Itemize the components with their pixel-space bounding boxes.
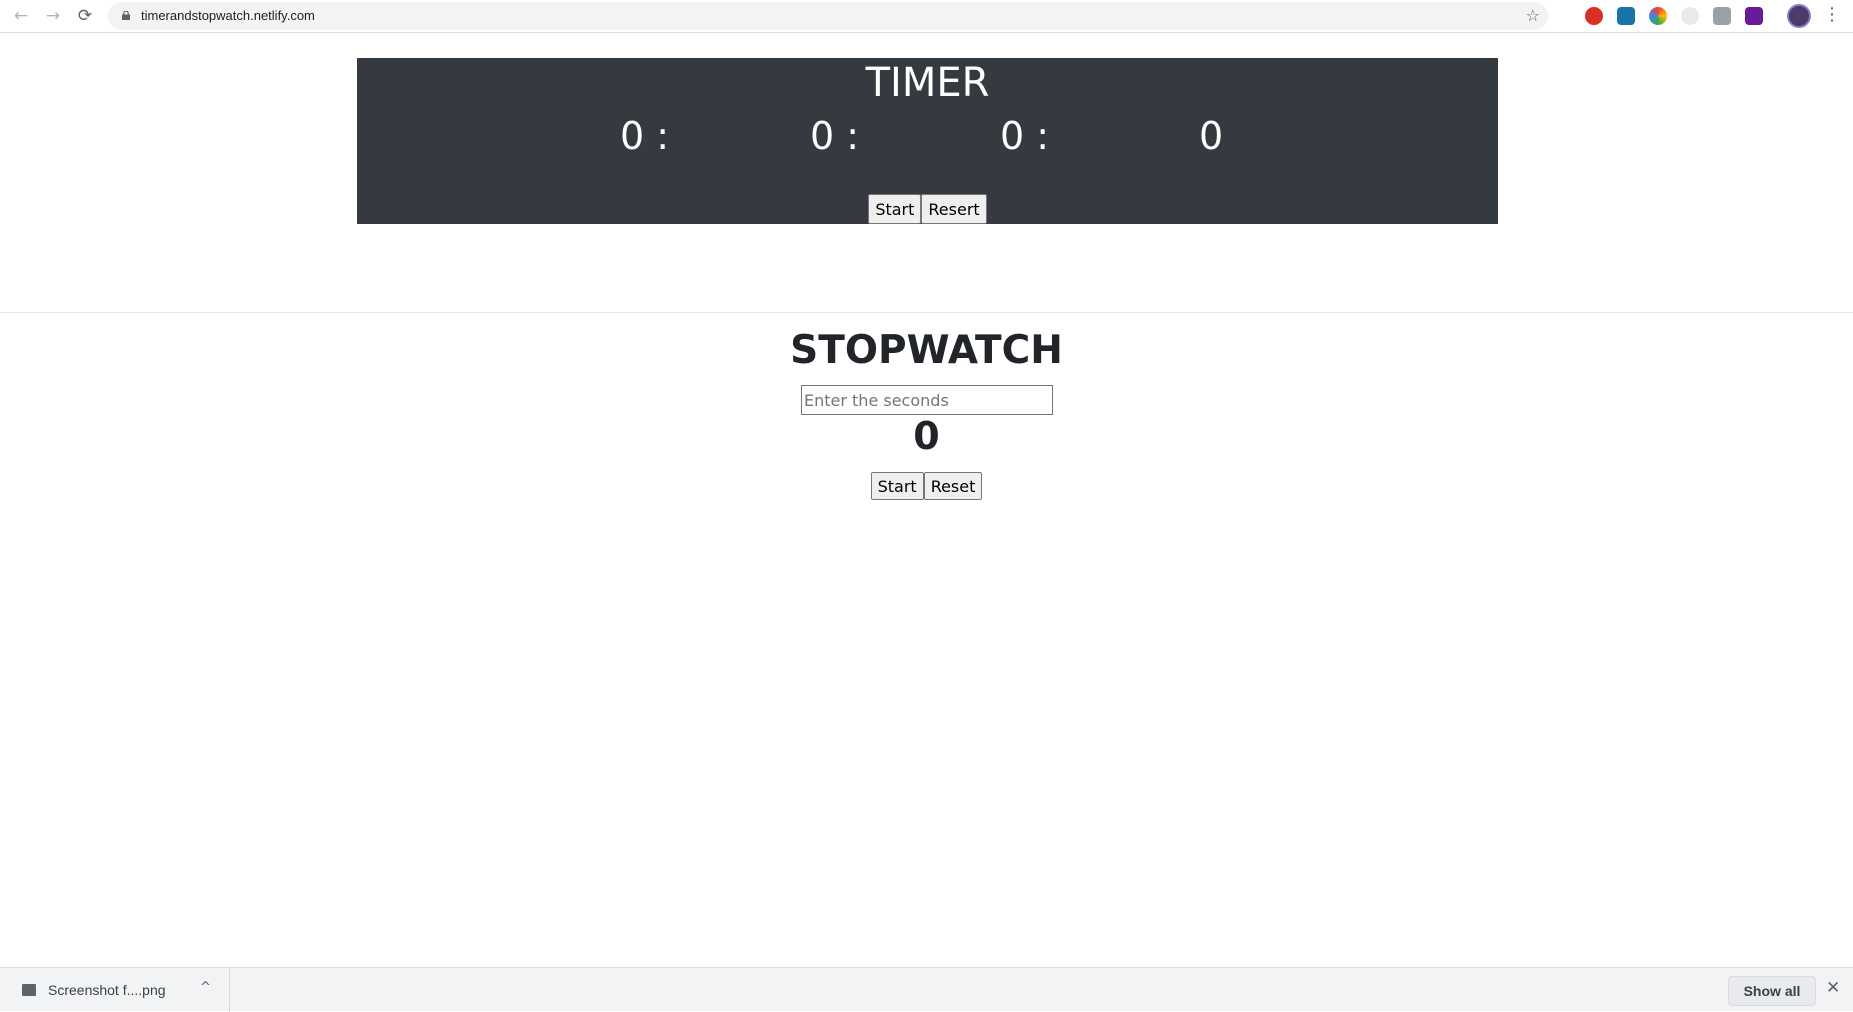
page-viewport: TIMER 0 : 0 : 0 : 0 Start Resert STOPWAT… xyxy=(0,34,1853,967)
download-shelf: Screenshot f....png ^ Show all ✕ xyxy=(0,967,1853,1012)
extension-color-icon[interactable] xyxy=(1649,7,1667,25)
url-text: timerandstopwatch.netlify.com xyxy=(141,8,315,23)
extension-code-icon[interactable] xyxy=(1713,7,1731,25)
address-bar[interactable]: timerandstopwatch.netlify.com ☆ xyxy=(108,2,1548,30)
extension-gray-icon[interactable] xyxy=(1681,7,1699,25)
seconds-input[interactable] xyxy=(801,385,1053,415)
show-all-button[interactable]: Show all xyxy=(1728,976,1816,1006)
download-item[interactable]: Screenshot f....png ^ xyxy=(0,968,230,1012)
lock-icon xyxy=(122,11,130,20)
stopwatch-start-button[interactable]: Start xyxy=(870,472,924,500)
browser-toolbar: ← → ⟳ timerandstopwatch.netlify.com ☆ ⋮ xyxy=(0,0,1853,33)
stopwatch-button-group: Start Reset xyxy=(0,472,1853,500)
stopwatch-count: 0 xyxy=(913,414,940,458)
profile-avatar[interactable] xyxy=(1787,4,1811,28)
forward-icon[interactable]: → xyxy=(40,3,66,29)
browser-menu-icon[interactable]: ⋮ xyxy=(1823,4,1841,25)
image-file-icon xyxy=(22,984,36,996)
reload-icon[interactable]: ⟳ xyxy=(72,3,98,29)
extension-adblock-icon[interactable] xyxy=(1585,7,1603,25)
section-divider xyxy=(0,312,1853,313)
timer-milliseconds: 0 xyxy=(1199,114,1224,158)
timer-button-group: Start Resert xyxy=(357,194,1498,224)
stopwatch-reset-button[interactable]: Reset xyxy=(923,472,983,500)
download-file-name: Screenshot f....png xyxy=(48,982,166,998)
back-icon[interactable]: ← xyxy=(8,3,34,29)
timer-title: TIMER xyxy=(865,60,990,106)
extension-purple-icon[interactable] xyxy=(1745,7,1763,25)
chevron-up-icon[interactable]: ^ xyxy=(200,980,211,995)
stopwatch-title: STOPWATCH xyxy=(790,328,1063,373)
timer-minutes: 0 : xyxy=(810,114,860,158)
timer-reset-button[interactable]: Resert xyxy=(921,194,987,224)
bookmark-star-icon[interactable]: ☆ xyxy=(1526,6,1540,25)
timer-start-button[interactable]: Start xyxy=(868,194,922,224)
timer-seconds: 0 : xyxy=(1000,114,1050,158)
timer-panel: TIMER 0 : 0 : 0 : 0 Start Resert xyxy=(357,58,1498,224)
close-icon[interactable]: ✕ xyxy=(1826,978,1840,998)
extension-react-icon[interactable] xyxy=(1617,7,1635,25)
timer-hours: 0 : xyxy=(620,114,670,158)
